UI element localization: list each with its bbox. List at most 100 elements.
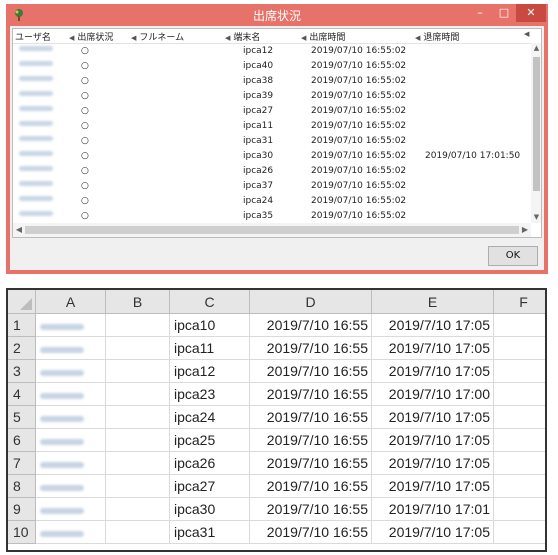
cell-f7[interactable] [494, 452, 545, 475]
row-header[interactable]: 8 [8, 475, 36, 498]
cell-f9[interactable] [494, 498, 545, 521]
cell-f8[interactable] [494, 475, 545, 498]
cell-d8[interactable]: 2019/7/10 16:55 [250, 475, 372, 498]
list-item[interactable]: ○ ipca30 2019/07/10 16:55:02 2019/07/10 17:… [13, 149, 533, 164]
row-header[interactable]: 3 [8, 360, 36, 383]
row-header[interactable]: 10 [8, 521, 36, 544]
cell-e8[interactable]: 2019/7/10 17:05 [372, 475, 494, 498]
cell-b3[interactable] [106, 360, 170, 383]
cell-a4[interactable] [36, 383, 106, 406]
cell-f1[interactable] [494, 314, 545, 337]
vertical-scrollbar[interactable]: ▲ ▼ [531, 43, 541, 223]
horizontal-scrollbar[interactable]: ◀ ▶ [13, 223, 531, 237]
list-item[interactable]: ○ ipca35 2019/07/10 16:55:02 [13, 209, 533, 224]
cell-a2[interactable] [36, 337, 106, 360]
list-item[interactable]: ○ ipca27 2019/07/10 16:55:02 [13, 104, 533, 119]
cell-f10[interactable] [494, 521, 545, 544]
list-item[interactable]: ○ ipca24 2019/07/10 16:55:02 [13, 194, 533, 209]
cell-c6[interactable]: ipca25 [170, 429, 250, 452]
cell-c2[interactable]: ipca11 [170, 337, 250, 360]
cell-e6[interactable]: 2019/7/10 17:05 [372, 429, 494, 452]
cell-a5[interactable] [36, 406, 106, 429]
cell-e1[interactable]: 2019/7/10 17:05 [372, 314, 494, 337]
row-header[interactable]: 6 [8, 429, 36, 452]
cell-c1[interactable]: ipca10 [170, 314, 250, 337]
cell-a7[interactable] [36, 452, 106, 475]
cell-f2[interactable] [494, 337, 545, 360]
hscroll-thumb[interactable] [25, 226, 519, 234]
ok-button[interactable]: OK [488, 246, 538, 266]
cell-a6[interactable] [36, 429, 106, 452]
cell-b7[interactable] [106, 452, 170, 475]
list-item[interactable]: ○ ipca31 2019/07/10 16:55:02 [13, 134, 533, 149]
scroll-left-icon[interactable]: ◀ [13, 223, 25, 237]
column-header-a[interactable]: A [36, 290, 106, 314]
cell-f4[interactable] [494, 383, 545, 406]
row-header[interactable]: 1 [8, 314, 36, 337]
scroll-right-icon[interactable]: ▶ [519, 223, 531, 237]
select-all-corner[interactable] [8, 290, 36, 314]
attendance-list[interactable]: ユーザ名 ◀ 出席状況 ◀ フルネーム ◀ 端末名 ◀ 出席時間 ◀ 退席時間 ◀ ○ ipca12 20… [12, 28, 542, 238]
column-header-4[interactable]: ◀ 出席時間 [301, 30, 345, 43]
cell-a1[interactable] [36, 314, 106, 337]
cell-d4[interactable]: 2019/7/10 16:55 [250, 383, 372, 406]
column-header-c[interactable]: C [170, 290, 250, 314]
cell-a3[interactable] [36, 360, 106, 383]
cell-b6[interactable] [106, 429, 170, 452]
list-item[interactable]: ○ ipca38 2019/07/10 16:55:02 [13, 74, 533, 89]
cell-a9[interactable] [36, 498, 106, 521]
cell-b5[interactable] [106, 406, 170, 429]
cell-c4[interactable]: ipca23 [170, 383, 250, 406]
list-item[interactable]: ○ ipca11 2019/07/10 16:55:02 [13, 119, 533, 134]
minimize-button[interactable]: – [468, 4, 492, 22]
cell-b4[interactable] [106, 383, 170, 406]
cell-c10[interactable]: ipca31 [170, 521, 250, 544]
spreadsheet[interactable]: A B C D E F 1 ipca10 2019/7/10 16:55 2019/7/10 17… [6, 288, 547, 552]
column-header-0[interactable]: ユーザ名 [15, 30, 51, 43]
cell-d1[interactable]: 2019/7/10 16:55 [250, 314, 372, 337]
row-header[interactable]: 5 [8, 406, 36, 429]
cell-d5[interactable]: 2019/7/10 16:55 [250, 406, 372, 429]
column-header-d[interactable]: D [250, 290, 372, 314]
close-button[interactable]: ✕ [516, 4, 546, 22]
row-header[interactable]: 9 [8, 498, 36, 521]
list-item[interactable]: ○ ipca40 2019/07/10 16:55:02 [13, 59, 533, 74]
title-bar[interactable]: 出席状況 – □ ✕ [6, 4, 548, 26]
list-item[interactable]: ○ ipca39 2019/07/10 16:55:02 [13, 89, 533, 104]
maximize-button[interactable]: □ [492, 4, 516, 22]
cell-e2[interactable]: 2019/7/10 17:05 [372, 337, 494, 360]
cell-b1[interactable] [106, 314, 170, 337]
cell-b8[interactable] [106, 475, 170, 498]
row-header[interactable]: 2 [8, 337, 36, 360]
row-header[interactable]: 4 [8, 383, 36, 406]
cell-e4[interactable]: 2019/7/10 17:00 [372, 383, 494, 406]
cell-c5[interactable]: ipca24 [170, 406, 250, 429]
cell-c9[interactable]: ipca30 [170, 498, 250, 521]
cell-d6[interactable]: 2019/7/10 16:55 [250, 429, 372, 452]
cell-c3[interactable]: ipca12 [170, 360, 250, 383]
cell-e5[interactable]: 2019/7/10 17:05 [372, 406, 494, 429]
cell-b9[interactable] [106, 498, 170, 521]
list-item[interactable]: ○ ipca12 2019/07/10 16:55:02 [13, 44, 533, 59]
cell-e3[interactable]: 2019/7/10 17:05 [372, 360, 494, 383]
column-header-1[interactable]: ◀ 出席状況 [69, 30, 113, 43]
cell-d2[interactable]: 2019/7/10 16:55 [250, 337, 372, 360]
cell-e9[interactable]: 2019/7/10 17:01 [372, 498, 494, 521]
column-header-2[interactable]: ◀ フルネーム [131, 30, 184, 43]
cell-c7[interactable]: ipca26 [170, 452, 250, 475]
scroll-thumb[interactable] [533, 57, 540, 191]
cell-f3[interactable] [494, 360, 545, 383]
column-header-5[interactable]: ◀ 退席時間 [415, 30, 459, 43]
cell-d9[interactable]: 2019/7/10 16:55 [250, 498, 372, 521]
list-item[interactable]: ○ ipca37 2019/07/10 16:55:02 [13, 179, 533, 194]
column-header-3[interactable]: ◀ 端末名 [225, 30, 260, 43]
scroll-down-icon[interactable]: ▼ [531, 212, 541, 223]
cell-b10[interactable] [106, 521, 170, 544]
cell-a10[interactable] [36, 521, 106, 544]
column-header-b[interactable]: B [106, 290, 170, 314]
cell-f5[interactable] [494, 406, 545, 429]
column-header-f[interactable]: F [494, 290, 545, 314]
column-header-e[interactable]: E [372, 290, 494, 314]
row-header[interactable]: 7 [8, 452, 36, 475]
cell-b2[interactable] [106, 337, 170, 360]
